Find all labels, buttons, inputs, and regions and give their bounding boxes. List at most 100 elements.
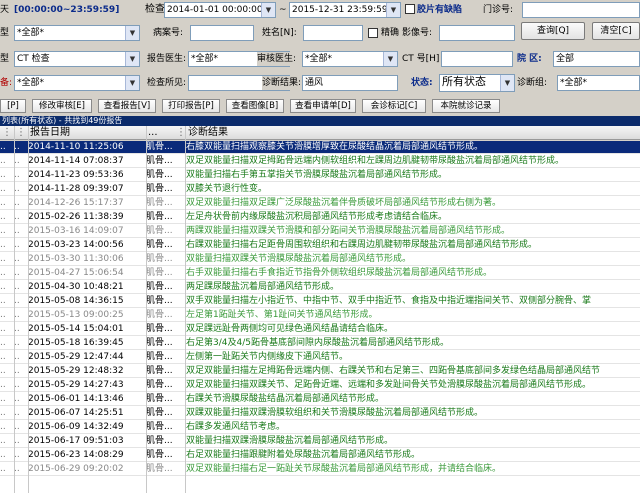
chevron-down-icon[interactable]: ▼ [500,75,514,91]
ct-no-label: CT 号[H] [402,54,440,64]
partial-toolbar-button[interactable]: [P] [0,99,26,113]
clinic-no-input[interactable] [522,2,640,18]
status-select[interactable]: 所有状态 ▼ [439,74,515,92]
ward-select[interactable]: 全部 [553,51,640,67]
table-row[interactable]: .... 2015-05-29 12:47:44 肌骨... 左侧第一趾跖关节内侧缘皮… [0,351,640,364]
film-defect-label: 胶片有缺陷 [417,5,463,15]
clear-button[interactable]: 清空[C] [592,22,640,40]
chevron-down-icon[interactable]: ▼ [383,52,397,66]
date-to-field[interactable]: 2015-12-31 23:59:59 ▼ [289,2,401,18]
exact-match-checkbox[interactable] [368,28,378,38]
row-marker: .. [14,366,20,376]
table-header: ⋮ ⋮ 报告日期 ... ⋮ 诊断结果 [0,126,640,140]
col-report-date[interactable]: 报告日期 [30,126,70,140]
chevron-down-icon[interactable]: ▼ [125,52,139,66]
row-part: 肌骨... [146,366,173,376]
row-diagnosis: 左足舟状骨前内缘尿酸盐沉积局部通风结节形成考虑请结合临床。 [186,212,448,222]
view-image-button[interactable]: 查看图像[B] [226,99,284,113]
row-diagnosis: 右手双能量扫描右手食指近节指骨外侧软组织尿酸盐沉着局部通风结节形成。 [186,268,493,278]
table-row[interactable]: .... 2015-04-27 15:06:54 肌骨... 右手双能量扫描右手食指近… [0,267,640,280]
row-part: 肌骨... [146,450,173,460]
row-diagnosis: 右膝双能量扫描观察膝关节滑膜增厚致在尿酸结晶沉着局部通风结节形成。 [186,142,484,152]
row-part: 肌骨... [146,142,173,152]
row-marker: .. [14,450,20,460]
table-row[interactable]: .... 2015-04-30 10:48:21 肌骨... 两足踝尿酸盐沉着局部通风… [0,281,640,294]
chevron-down-icon[interactable]: ▼ [125,26,139,40]
row-part: 肌骨... [146,338,173,348]
review-doctor-value: *全部* [305,54,333,64]
table-row[interactable]: .... 2015-05-14 15:04:01 肌骨... 双足踝远趾骨两侧均可见绿… [0,323,640,336]
row-date: 2015-05-29 12:48:32 [28,366,124,376]
row-marker: .. [14,282,20,292]
row-marker: .. [0,310,6,320]
row-part: 肌骨... [146,436,173,446]
modality-select[interactable]: CT 检查 ▼ [14,51,140,67]
clinic-no-label: 门诊号: [483,5,514,15]
edit-review-button[interactable]: 修改审核[E] [32,99,92,113]
diag-group-value: *全部* [560,78,588,88]
visit-record-button[interactable]: 本院就诊记录 [432,99,500,113]
exam-type-select[interactable]: *全部* ▼ [14,25,140,41]
row-part: 肌骨... [146,422,173,432]
table-row[interactable]: .... 2015-03-30 11:30:06 肌骨... 双能量扫描双踝关节滑膜尿… [0,253,640,266]
date-from-value: 2014-01-01 00:00:00 [167,5,263,15]
report-search-window: 天 [00:00:00~23:59:59] 检查时间: 2014-01-01 0… [0,0,640,493]
chevron-down-icon[interactable]: ▼ [261,3,275,17]
consult-mark-button[interactable]: 会诊标记[C] [362,99,426,113]
table-row[interactable]: .... 2015-05-18 16:39:45 肌骨... 右足第3/4及4/5跖骨… [0,337,640,350]
table-row[interactable]: .... 2014-11-28 09:39:07 肌骨... 双膝关节退行性变。 [0,183,640,196]
table-row[interactable]: .... 2015-06-17 09:51:03 肌骨... 双能量扫描双踝滑膜尿酸盐… [0,435,640,448]
row-marker: .. [0,380,6,390]
table-row[interactable]: .... 2014-11-14 07:08:37 肌骨... 双足双能量扫描双足拇跖骨… [0,155,640,168]
row-date: 2014-11-14 07:08:37 [28,156,124,166]
date-from-field[interactable]: 2014-01-01 00:00:00 ▼ [164,2,276,18]
row-marker: .. [0,338,6,348]
row-marker: .. [0,198,6,208]
col-diagnosis[interactable]: 诊断结果 [188,126,228,140]
modality-value: CT 检查 [17,54,50,64]
table-row[interactable]: .... 2015-05-08 14:36:15 肌骨... 双手双能量扫描左小指近节… [0,295,640,308]
table-row[interactable]: .... 2014-11-10 11:25:06 肌骨... 右膝双能量扫描观察膝关节… [0,141,640,154]
image-no-input[interactable] [439,25,515,41]
report-list: .... 2014-11-10 11:25:06 肌骨... 右膝双能量扫描观察膝关节… [0,141,640,493]
table-row[interactable]: .... 2015-03-16 14:09:07 肌骨... 两踝双能量扫描双踝关节滑… [0,225,640,238]
ward-label: 院 区: [517,54,542,64]
query-button[interactable]: 查询[Q] [521,22,585,40]
table-row[interactable]: .... 2015-06-01 14:13:46 肌骨... 右踝关节滑膜尿酸盐结晶沉… [0,393,640,406]
review-doctor-select[interactable]: *全部* ▼ [302,51,398,67]
case-no-label: 病案号: [153,28,184,38]
table-row[interactable]: .... 2015-05-13 09:00:25 肌骨... 左足第1跖趾关节、第1趾… [0,309,640,322]
row-part: 肌骨... [146,352,173,362]
print-report-button[interactable]: 打印报告[P] [162,99,220,113]
row-marker: .. [0,450,6,460]
col-dots[interactable]: ... [148,126,158,140]
table-row[interactable]: .... 2015-06-07 14:25:51 肌骨... 双踝双能量扫描双踝滑膜软… [0,407,640,420]
row-date: 2015-04-27 15:06:54 [28,268,124,278]
row-diagnosis: 双能量扫描双踝滑膜尿酸盐沉着局部通风结节形成。 [186,436,394,446]
chevron-down-icon[interactable]: ▼ [125,76,139,90]
table-row[interactable]: .... 2015-06-23 14:08:29 肌骨... 右足双能量扫描跟腱附着处… [0,449,640,462]
diagnosis-input[interactable]: 通风 [302,75,398,91]
table-row[interactable]: .... 2015-03-23 14:00:56 肌骨... 右踝双能量扫描右足距骨周… [0,239,640,252]
film-defect-checkbox[interactable] [405,4,415,14]
row-marker: .. [14,422,20,432]
table-row[interactable]: .... 2015-05-29 14:27:43 肌骨... 双足双能量扫描双踝关节、… [0,379,640,392]
row-date: 2015-04-30 10:48:21 [28,282,124,292]
view-request-button[interactable]: 查看申请单[D] [290,99,356,113]
table-row[interactable]: .... 2015-06-09 14:32:49 肌骨... 右踝多发通风结节考虑。 [0,421,640,434]
table-row[interactable]: .... 2015-06-29 09:20:02 肌骨... 双足双能量扫描右足一跖趾… [0,463,640,476]
case-no-input[interactable] [190,25,254,41]
view-report-button[interactable]: 查看报告[V] [98,99,156,113]
device-select[interactable]: *全部* ▼ [14,75,140,91]
chevron-down-icon[interactable]: ▼ [386,3,400,17]
table-row[interactable]: .... 2014-12-26 15:17:37 肌骨... 双足双能量扫描双足踝广泛… [0,197,640,210]
patient-name-input[interactable] [303,25,363,41]
row-diagnosis: 左侧第一趾跖关节内侧缘皮下通风结节。 [186,352,349,362]
row-marker: .. [14,226,20,236]
row-part: 肌骨... [146,268,173,278]
table-row[interactable]: .... 2014-11-23 09:53:36 肌骨... 双能量扫描右手第五掌指关… [0,169,640,182]
table-row[interactable]: .... 2015-05-29 12:48:32 肌骨... 双足双能量扫描左足拇跖骨… [0,365,640,378]
diag-group-select[interactable]: *全部* [557,75,640,91]
ct-no-input[interactable] [441,51,513,67]
table-row[interactable]: .... 2015-02-26 11:38:39 肌骨... 左足舟状骨前内缘尿酸盐沉… [0,211,640,224]
